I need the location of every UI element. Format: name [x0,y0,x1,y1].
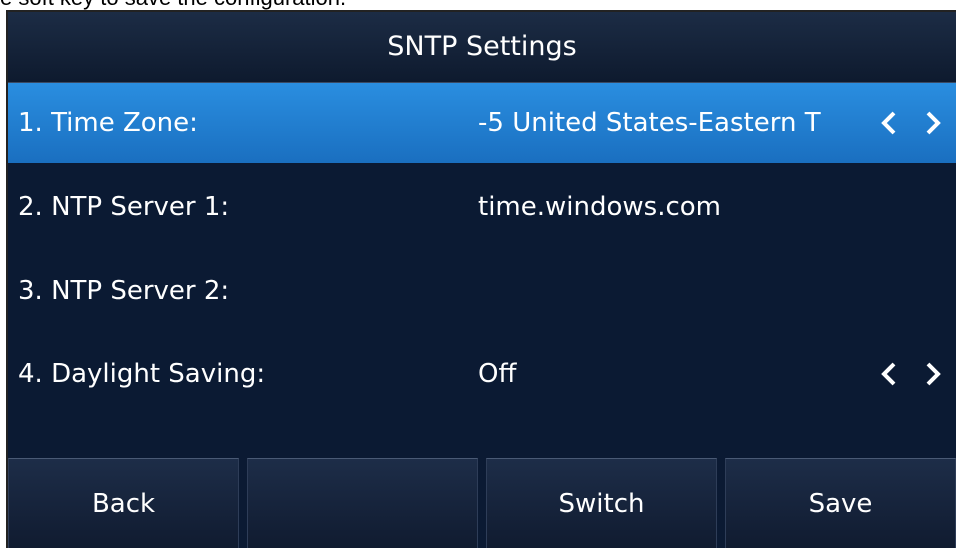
setting-row-time-zone[interactable]: 1. Time Zone: -5 United States-Eastern T [8,83,956,163]
caption-text: e soft key to save the configuration. [0,0,346,10]
setting-row-ntp-server-2[interactable]: 3. NTP Server 2: [8,251,956,331]
setting-value-daylight-saving: Off [478,359,517,389]
setting-label-ntp-server-2: 3. NTP Server 2: [18,276,230,306]
page-title: SNTP Settings [8,12,956,83]
softkey-bar: Back Switch Save [8,458,956,548]
setting-label-ntp-server-1: 2. NTP Server 1: [18,192,230,222]
setting-value-ntp-server-1: time.windows.com [478,192,721,222]
empty-softkey[interactable] [247,458,478,548]
chevron-right-icon[interactable] [922,361,944,387]
chevron-right-icon[interactable] [922,110,944,136]
time-zone-arrows [878,83,944,163]
setting-value-time-zone: -5 United States-Eastern T [478,108,821,138]
daylight-saving-arrows [878,334,944,414]
setting-row-daylight-saving[interactable]: 4. Daylight Saving: Off [8,334,956,414]
phone-screen: SNTP Settings 1. Time Zone: -5 United St… [6,10,956,548]
back-softkey[interactable]: Back [8,458,239,548]
switch-softkey[interactable]: Switch [486,458,717,548]
setting-row-ntp-server-1[interactable]: 2. NTP Server 1: time.windows.com [8,167,956,247]
chevron-left-icon[interactable] [878,361,900,387]
save-softkey[interactable]: Save [725,458,956,548]
setting-label-time-zone: 1. Time Zone: [18,108,198,138]
setting-label-daylight-saving: 4. Daylight Saving: [18,359,266,389]
chevron-left-icon[interactable] [878,110,900,136]
